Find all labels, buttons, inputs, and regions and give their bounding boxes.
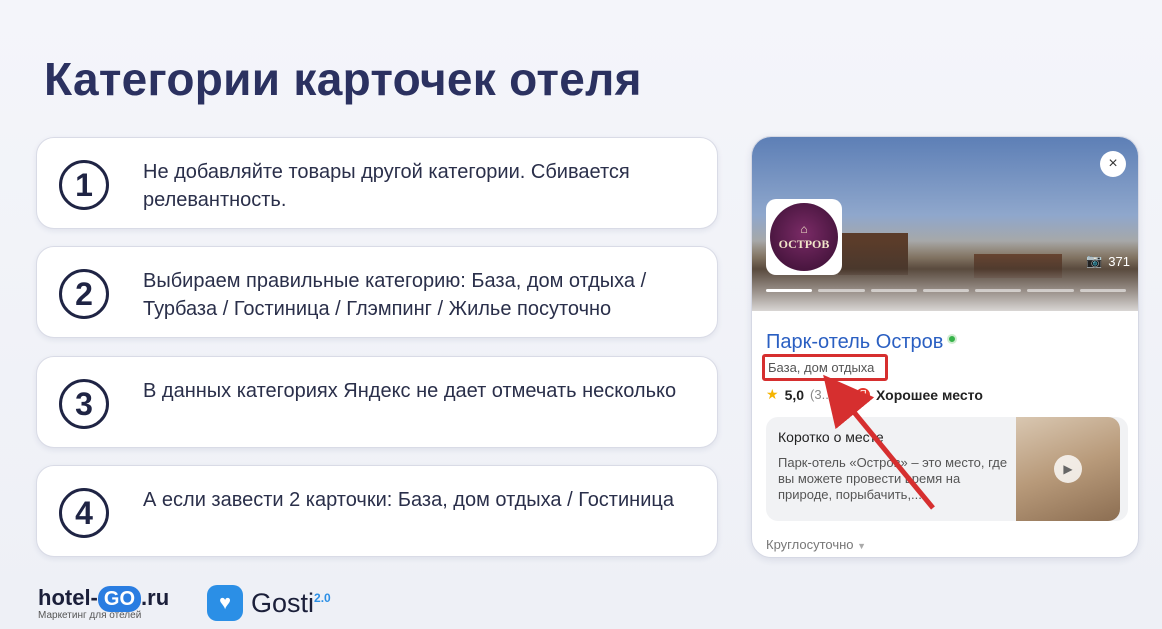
play-icon[interactable]: ▶ <box>1054 455 1082 483</box>
star-icon: ★ <box>766 386 779 402</box>
gosti-wordmark: Gosti2.0 <box>251 588 331 619</box>
hotel-logo-emblem: ⌂ ОСТРОВ <box>770 203 838 271</box>
hotel-name-link[interactable]: Парк-отель Остров <box>766 331 958 354</box>
heart-icon: ♥ <box>207 585 243 621</box>
hotelgo-wordmark: hotel- GO .ru <box>38 585 169 612</box>
hotelgo-suffix: .ru <box>141 585 170 610</box>
slide-title: Категории карточек отеля <box>44 53 642 105</box>
tip-number: 1 <box>59 160 109 210</box>
camera-icon: 📷 <box>1086 253 1103 268</box>
progress-segment <box>1079 289 1126 292</box>
hotel-logo: ⌂ ОСТРОВ <box>766 199 842 275</box>
hotel-name[interactable]: Парк-отель Остров <box>766 331 943 353</box>
tip-number: 4 <box>59 488 109 538</box>
gosti-logo: ♥ Gosti2.0 <box>207 585 331 621</box>
hotel-category: База, дом отдыха <box>768 360 875 375</box>
about-title: Коротко о месте <box>778 429 884 445</box>
hotelgo-go: GO <box>97 586 142 612</box>
reviews-count[interactable]: (3...8) <box>810 387 844 402</box>
progress-segment <box>1027 289 1074 292</box>
progress-segment <box>766 289 813 292</box>
tip-number: 2 <box>59 269 109 319</box>
rating-value: 5,0 <box>784 386 805 403</box>
yandex-hotel-card: × ⌂ ОСТРОВ 📷 371 Парк-отель Остров База,… <box>751 136 1139 558</box>
about-text: Парк-отель «Остров» – это место, где вы … <box>778 455 1008 502</box>
progress-segment <box>818 289 865 292</box>
about-video-thumbnail[interactable]: ▶ <box>1016 417 1120 521</box>
progress-segment <box>922 289 970 292</box>
tip-text: Не добавляйте товары другой категории. С… <box>143 161 630 211</box>
tip-text: В данных категориях Яндекс не дает отмеч… <box>143 380 677 402</box>
rating-row[interactable]: ★ 5,0 (3...8) Я Хорошее место <box>766 386 983 403</box>
house-icon: ⌂ <box>800 222 808 236</box>
opening-hours[interactable]: Круглосуточно ▼ <box>766 537 866 552</box>
photo-count[interactable]: 📷 371 <box>1086 253 1130 269</box>
yandex-badge-icon: Я <box>856 387 870 402</box>
close-button[interactable]: × <box>1100 151 1126 177</box>
hotelgo-logo: hotel- GO .ru Маркетинг для отелей <box>38 585 169 621</box>
tip-card-4: 4 А если завести 2 карточки: База, дом о… <box>36 465 718 557</box>
verified-icon <box>947 334 958 344</box>
tip-card-3: 3 В данных категориях Яндекс не дает отм… <box>36 356 718 448</box>
good-place-badge: Хорошее место <box>876 386 983 403</box>
tip-card-2: 2 Выбираем правильные категорию: База, д… <box>36 246 718 338</box>
progress-segment <box>975 289 1022 292</box>
tip-text: Выбираем правильные категорию: База, дом… <box>143 270 647 320</box>
tip-number: 3 <box>59 379 109 429</box>
about-block[interactable]: Коротко о месте Парк-отель «Остров» – эт… <box>766 417 1128 521</box>
hotel-photo[interactable]: × ⌂ ОСТРОВ 📷 371 <box>752 137 1138 311</box>
photo-progress <box>766 289 1126 292</box>
chevron-down-icon: ▼ <box>857 541 867 551</box>
gosti-name: Gosti <box>251 587 315 618</box>
hotelgo-prefix: hotel- <box>38 585 98 610</box>
progress-segment <box>870 289 917 292</box>
hotel-logo-text: ОСТРОВ <box>778 237 830 251</box>
photo-count-value: 371 <box>1108 253 1130 269</box>
hours-text: Круглосуточно <box>766 537 854 552</box>
tip-text: А если завести 2 карточки: База, дом отд… <box>143 489 674 511</box>
gosti-version: 2.0 <box>314 590 331 605</box>
tip-card-1: 1 Не добавляйте товары другой категории.… <box>36 137 718 229</box>
